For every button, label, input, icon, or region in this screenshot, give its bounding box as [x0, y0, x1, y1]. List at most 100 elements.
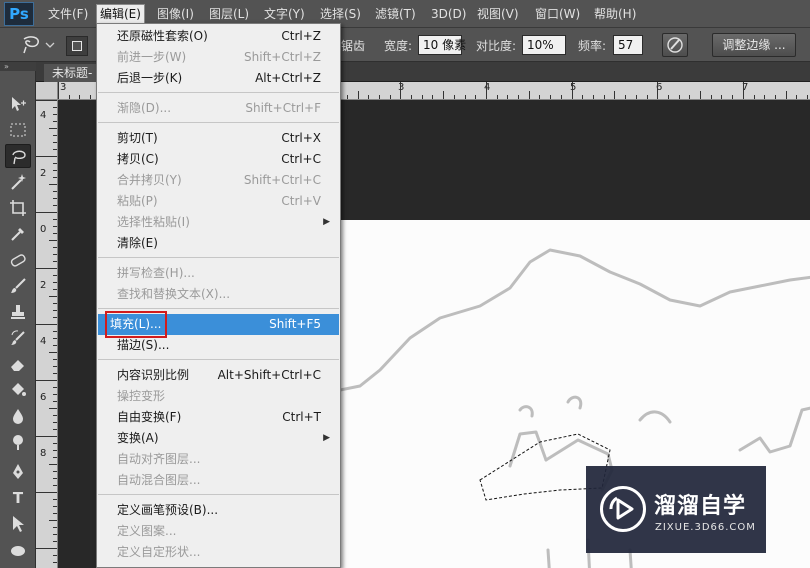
ruler-label: 4 — [40, 110, 47, 121]
ruler-tick — [36, 268, 57, 269]
ellipse-icon[interactable] — [5, 538, 31, 562]
ruler-tick — [53, 226, 57, 227]
menu-item-define-brush[interactable]: 定义画笔预设(B)... — [98, 500, 339, 521]
path-selection-icon[interactable] — [5, 512, 31, 536]
menu-filter[interactable]: 滤镜(T) — [372, 5, 419, 23]
refine-edge-button[interactable]: 调整边缘 ... — [712, 33, 796, 57]
ruler-tick — [53, 562, 57, 563]
eraser-icon[interactable] — [5, 352, 31, 376]
ruler-tick — [550, 95, 551, 99]
menu-layer[interactable]: 图层(L) — [206, 5, 252, 23]
magic-wand-icon[interactable] — [5, 170, 31, 194]
ruler-tick — [53, 478, 57, 479]
ruler-tick — [53, 107, 57, 108]
marquee-icon[interactable] — [5, 118, 31, 142]
blur-icon[interactable] — [5, 404, 31, 428]
ruler-tick — [53, 219, 57, 220]
menu-item-free-transform[interactable]: 自由变换(F) Ctrl+T — [98, 407, 339, 428]
tool-preset-picker[interactable] — [16, 33, 56, 57]
menu-item-paste[interactable]: 粘贴(P) Ctrl+V — [98, 191, 339, 212]
menu-item-find-replace[interactable]: 查找和替换文本(X)... — [98, 284, 339, 305]
ruler-tick — [507, 95, 508, 99]
ruler-tick — [53, 261, 57, 262]
dodge-icon[interactable] — [5, 430, 31, 454]
clone-stamp-icon[interactable] — [5, 300, 31, 324]
submenu-arrow-icon: ▶ — [323, 217, 330, 227]
menu-select[interactable]: 选择(S) — [317, 5, 364, 23]
ruler-tick — [53, 198, 57, 199]
ruler-tick — [53, 506, 57, 507]
ruler-tick — [53, 310, 57, 311]
menu-item-auto-align-layers[interactable]: 自动对齐图层... — [98, 449, 339, 470]
menu-item-cut[interactable]: 剪切(T) Ctrl+X — [98, 128, 339, 149]
menu-item-step-forward[interactable]: 前进一步(W) Shift+Ctrl+Z — [98, 47, 339, 68]
menu-item-undo[interactable]: 还原磁性套索(O) Ctrl+Z — [98, 26, 339, 47]
edit-menu-dropdown: 还原磁性套索(O) Ctrl+Z 前进一步(W) Shift+Ctrl+Z 后退一步… — [96, 23, 341, 568]
ruler-tick — [432, 95, 433, 99]
ruler-tick — [53, 471, 57, 472]
ruler-tick — [379, 95, 380, 99]
ruler-tick — [475, 95, 476, 99]
menu-item-define-pattern[interactable]: 定义图案... — [98, 521, 339, 542]
menu-edit[interactable]: 编辑(E) — [96, 4, 145, 24]
watermark-title: 溜溜自学 — [654, 494, 747, 519]
menu-item-define-shape[interactable]: 定义自定形状... — [98, 542, 339, 563]
frequency-field[interactable]: 57 — [613, 35, 643, 55]
ruler-tick — [53, 177, 57, 178]
menu-item-fill[interactable]: 填充(L)... Shift+F5 — [98, 311, 339, 338]
menu-item-puppet-warp[interactable]: 操控变形 — [98, 386, 339, 407]
menu-item-spell-check[interactable]: 拼写检查(H)... — [98, 263, 339, 284]
width-field[interactable]: 10 像素 — [418, 35, 466, 55]
menu-item-clear[interactable]: 清除(E) — [98, 233, 339, 254]
menu-3d[interactable]: 3D(D) — [428, 5, 469, 23]
ruler-tick — [368, 95, 369, 99]
ruler-tick — [807, 95, 808, 99]
menu-item-content-aware-scale[interactable]: 内容识别比例 Alt+Shift+Ctrl+C — [98, 365, 339, 386]
menu-view[interactable]: 视图(V) — [474, 5, 522, 23]
document-tab[interactable]: 未标题- — [44, 64, 101, 82]
menu-item-auto-blend-layers[interactable]: 自动混合图层... — [98, 470, 339, 491]
panel-collapse-icon[interactable]: » — [0, 62, 36, 71]
watermark: 溜溜自学 ZIXUE.3D66.COM — [586, 466, 766, 553]
ruler-label: 3 — [398, 82, 405, 93]
menu-item-paste-special[interactable]: 选择性粘贴(I) ▶ — [98, 212, 339, 233]
move-icon[interactable] — [5, 92, 31, 116]
eyedropper-icon[interactable] — [5, 222, 31, 246]
tablet-pressure-button[interactable] — [662, 33, 688, 57]
menu-item-copy[interactable]: 拷贝(C) Ctrl+C — [98, 149, 339, 170]
width-label: 宽度: — [384, 39, 413, 53]
brush-icon[interactable] — [5, 274, 31, 298]
menu-type[interactable]: 文字(Y) — [261, 5, 308, 23]
menu-separator — [98, 359, 339, 360]
type-icon[interactable]: T — [5, 486, 31, 510]
paint-bucket-icon[interactable] — [5, 378, 31, 402]
vertical-ruler[interactable]: 4 2 0 2 4 6 8 — [36, 100, 58, 568]
ruler-tick — [689, 95, 690, 99]
new-selection-icon — [72, 41, 82, 51]
ruler-tick — [614, 91, 615, 99]
menu-file[interactable]: 文件(F) — [45, 5, 91, 23]
ruler-tick — [53, 457, 57, 458]
menu-item-copy-merged[interactable]: 合并拷贝(Y) Shift+Ctrl+C — [98, 170, 339, 191]
contrast-label: 对比度: — [476, 39, 517, 53]
healing-brush-icon[interactable] — [5, 248, 31, 272]
ruler-tick — [743, 82, 744, 99]
menu-item-step-backward[interactable]: 后退一步(K) Alt+Ctrl+Z — [98, 68, 339, 89]
history-brush-icon[interactable] — [5, 326, 31, 350]
menu-item-stroke[interactable]: 描边(S)... — [98, 335, 339, 356]
crop-icon[interactable] — [5, 196, 31, 220]
menu-item-fade[interactable]: 渐隐(D)... Shift+Ctrl+F — [98, 98, 339, 119]
menu-help[interactable]: 帮助(H) — [591, 5, 639, 23]
pen-icon[interactable] — [5, 460, 31, 484]
magnetic-lasso-icon[interactable] — [5, 144, 31, 168]
menu-item-transform[interactable]: 变换(A) ▶ — [98, 428, 339, 449]
ruler-tick — [582, 95, 583, 99]
menu-window[interactable]: 窗口(W) — [532, 5, 583, 23]
ruler-tick — [90, 95, 91, 99]
ruler-origin[interactable] — [36, 82, 58, 100]
contrast-field[interactable]: 10% — [522, 35, 566, 55]
menu-image[interactable]: 图像(I) — [154, 5, 197, 23]
ruler-tick — [53, 114, 57, 115]
new-selection-button[interactable] — [66, 36, 88, 56]
submenu-arrow-icon: ▶ — [323, 433, 330, 443]
